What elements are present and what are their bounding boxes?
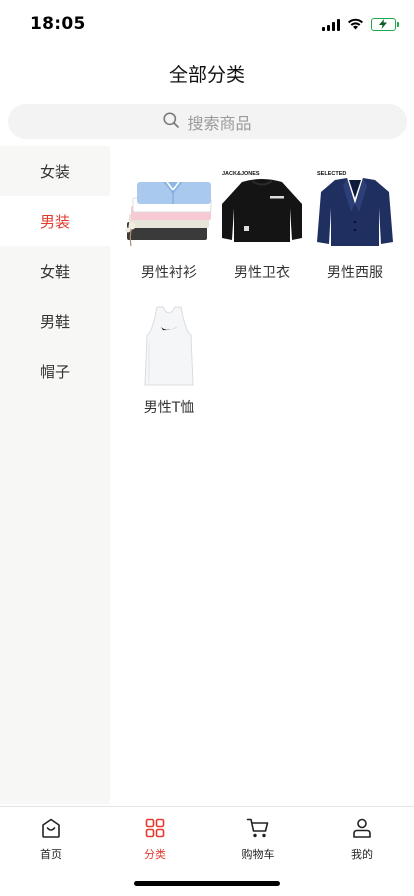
sidebar-item-mens-shoes[interactable]: 男鞋 <box>0 296 110 346</box>
battery-charging-icon <box>371 18 399 31</box>
screen: 18:05 全部分类 搜索商品 女装 男装 女鞋 男鞋 帽子 男性衬衫 JACK… <box>0 0 414 896</box>
tab-category[interactable]: 分类 <box>120 817 190 862</box>
svg-text:JACK&JONES: JACK&JONES <box>222 171 260 177</box>
tab-label: 我的 <box>351 848 373 861</box>
product-name: 男性衬衫 <box>141 265 197 281</box>
tab-label: 购物车 <box>241 848 275 861</box>
home-icon <box>40 817 62 843</box>
user-icon <box>351 817 373 843</box>
status-icons <box>322 15 399 34</box>
home-indicator[interactable] <box>134 881 280 886</box>
product-name: 男性西服 <box>327 265 383 281</box>
product-image-tshirt <box>122 301 216 391</box>
search-placeholder: 搜索商品 <box>187 113 252 133</box>
search-icon <box>163 111 180 132</box>
cellular-signal-icon <box>322 18 340 31</box>
sidebar-item-hats[interactable]: 帽子 <box>0 346 110 396</box>
product-image-suit: SELECTED <box>308 166 402 256</box>
product-name: 男性T恤 <box>143 400 195 416</box>
page-title: 全部分类 <box>168 64 245 86</box>
product-item-tshirt[interactable]: 男性T恤 <box>122 301 216 417</box>
tab-cart[interactable]: 购物车 <box>223 817 293 862</box>
product-grid: 男性衬衫 JACK&JONES 男性卫衣 SELECTED 男性西服 男性T恤 <box>110 146 414 804</box>
tab-label: 分类 <box>144 848 166 861</box>
cart-icon <box>246 817 270 843</box>
product-item-suit[interactable]: SELECTED 男性西服 <box>308 166 402 282</box>
sidebar-item-womens-shoes[interactable]: 女鞋 <box>0 246 110 296</box>
product-image-sweatshirt: JACK&JONES <box>215 166 309 256</box>
sidebar-item-womens-clothing[interactable]: 女装 <box>0 146 110 196</box>
product-item-shirt[interactable]: 男性衬衫 <box>122 166 216 282</box>
tab-label: 首页 <box>40 848 62 861</box>
search-input[interactable]: 搜索商品 <box>8 104 407 139</box>
category-icon <box>144 817 166 843</box>
tab-profile[interactable]: 我的 <box>327 817 397 862</box>
category-sidebar: 女装 男装 女鞋 男鞋 帽子 <box>0 146 110 804</box>
sidebar-item-mens-clothing[interactable]: 男装 <box>0 196 110 246</box>
svg-text:SELECTED: SELECTED <box>317 171 346 177</box>
status-time: 18:05 <box>30 14 86 34</box>
tab-home[interactable]: 首页 <box>16 817 86 862</box>
status-bar: 18:05 <box>0 0 414 48</box>
product-item-sweatshirt[interactable]: JACK&JONES 男性卫衣 <box>215 166 309 282</box>
product-image-shirt <box>122 166 216 256</box>
product-name: 男性卫衣 <box>234 265 290 281</box>
wifi-icon <box>347 15 364 34</box>
